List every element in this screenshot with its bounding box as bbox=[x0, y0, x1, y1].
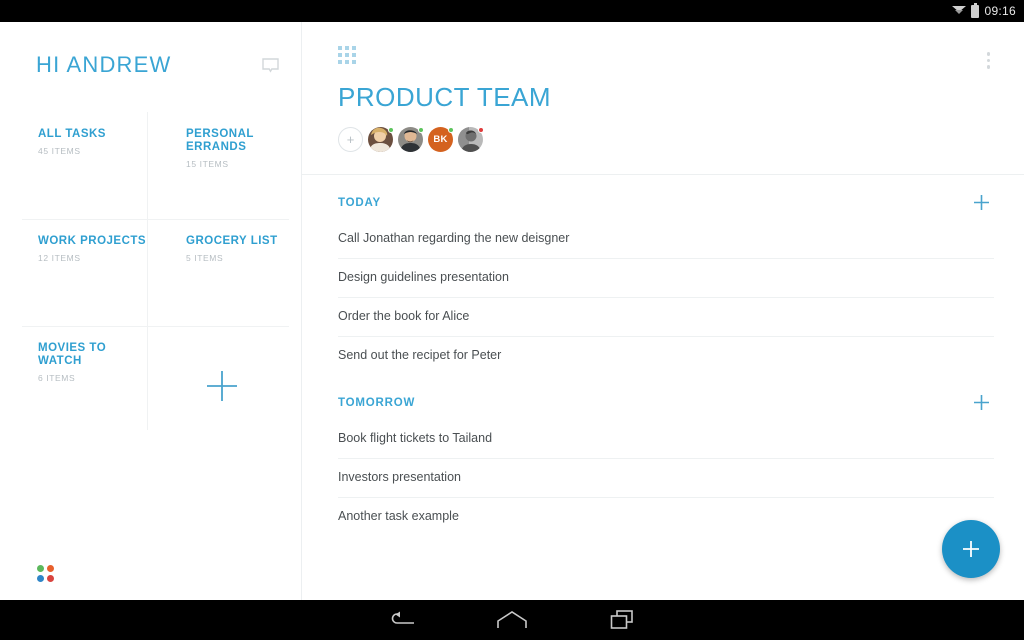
main-panel: PRODUCT TEAM + BK TODAY Call Jonathan re… bbox=[302, 22, 1024, 600]
add-list-button[interactable] bbox=[148, 326, 296, 433]
task-row[interactable]: Order the book for Alice bbox=[338, 298, 994, 337]
task-row[interactable]: Investors presentation bbox=[338, 459, 994, 498]
tile-title: GROCERY LIST bbox=[186, 235, 278, 247]
add-task-tomorrow-button[interactable] bbox=[969, 392, 994, 413]
task-row[interactable]: Another task example bbox=[338, 498, 994, 536]
plus-icon bbox=[974, 395, 989, 410]
task-row[interactable]: Book flight tickets to Tailand bbox=[338, 420, 994, 459]
section-label: TOMORROW bbox=[338, 396, 416, 409]
tile-count: 6 ITEMS bbox=[38, 373, 76, 383]
task-row[interactable]: Design guidelines presentation bbox=[338, 259, 994, 298]
tile-count: 45 ITEMS bbox=[38, 146, 81, 156]
tile-row: MOVIES TO WATCH 6 ITEMS bbox=[0, 312, 301, 433]
task-text: Call Jonathan regarding the new deisgner bbox=[338, 231, 570, 245]
task-text: Send out the recipet for Peter bbox=[338, 348, 502, 362]
task-text: Investors presentation bbox=[338, 470, 461, 484]
wifi-icon bbox=[952, 5, 967, 17]
plus-icon bbox=[963, 541, 979, 557]
tile-title: WORK PROJECTS bbox=[38, 235, 147, 247]
task-text: Order the book for Alice bbox=[338, 309, 470, 323]
plus-icon bbox=[207, 370, 237, 401]
member-avatar-2[interactable] bbox=[398, 127, 424, 152]
greeting-text: HI ANDREW bbox=[36, 52, 172, 77]
member-avatar-list: + BK bbox=[338, 127, 994, 152]
member-avatar-3[interactable]: BK bbox=[428, 127, 454, 152]
section-header-today: TODAY bbox=[338, 175, 994, 220]
floating-action-button[interactable] bbox=[942, 520, 1000, 578]
tile-title: ALL TASKS bbox=[38, 128, 106, 140]
list-tile-work-projects[interactable]: WORK PROJECTS 12 ITEMS bbox=[0, 205, 148, 326]
overflow-menu-icon[interactable] bbox=[983, 48, 995, 73]
member-initials: BK bbox=[433, 134, 448, 145]
list-tile-all-tasks[interactable]: ALL TASKS 45 ITEMS bbox=[0, 112, 148, 219]
list-tile-movies-to-watch[interactable]: MOVIES TO WATCH 6 ITEMS bbox=[0, 312, 148, 433]
status-clock: 09:16 bbox=[984, 4, 1016, 18]
home-icon[interactable] bbox=[457, 600, 567, 640]
task-row[interactable]: Send out the recipet for Peter bbox=[338, 337, 994, 375]
list-tile-grocery-list[interactable]: GROCERY LIST 5 ITEMS bbox=[148, 219, 296, 326]
android-status-bar: 09:16 bbox=[0, 0, 1024, 22]
app-content: HI ANDREW ALL TASKS 45 ITEMS PERSONAL ER… bbox=[0, 22, 1024, 600]
sidebar-header: HI ANDREW bbox=[0, 22, 301, 112]
tile-row: ALL TASKS 45 ITEMS PERSONAL ERRANDS 15 I… bbox=[0, 112, 301, 219]
grid-apps-icon[interactable] bbox=[338, 46, 356, 64]
list-tile-personal-errands[interactable]: PERSONAL ERRANDS 15 ITEMS bbox=[148, 112, 296, 219]
page-title: PRODUCT TEAM bbox=[338, 82, 552, 112]
section-header-tomorrow: TOMORROW bbox=[338, 375, 994, 420]
back-arrow-icon[interactable] bbox=[347, 600, 457, 640]
task-text: Book flight tickets to Tailand bbox=[338, 431, 493, 445]
sidebar: HI ANDREW ALL TASKS 45 ITEMS PERSONAL ER… bbox=[0, 22, 302, 600]
task-text: Design guidelines presentation bbox=[338, 270, 509, 284]
tile-title: MOVIES TO WATCH bbox=[38, 342, 107, 367]
tile-count: 12 ITEMS bbox=[38, 253, 81, 263]
add-task-today-button[interactable] bbox=[969, 192, 994, 213]
tile-row: WORK PROJECTS 12 ITEMS GROCERY LIST 5 IT… bbox=[0, 205, 301, 326]
tile-count: 5 ITEMS bbox=[186, 253, 224, 263]
main-header: PRODUCT TEAM + BK bbox=[302, 22, 1024, 152]
chat-bubble-icon[interactable] bbox=[262, 58, 279, 79]
recents-icon[interactable] bbox=[567, 600, 677, 640]
member-avatar-4[interactable] bbox=[458, 127, 484, 152]
task-row[interactable]: Call Jonathan regarding the new deisgner bbox=[338, 220, 994, 259]
battery-icon bbox=[971, 2, 980, 18]
tile-title: PERSONAL ERRANDS bbox=[186, 128, 254, 153]
four-dot-logo bbox=[37, 565, 54, 582]
android-nav-bar bbox=[0, 600, 1024, 640]
list-tiles: ALL TASKS 45 ITEMS PERSONAL ERRANDS 15 I… bbox=[0, 112, 301, 433]
task-text: Another task example bbox=[338, 509, 459, 523]
add-member-label: + bbox=[346, 132, 355, 147]
add-member-button[interactable]: + bbox=[338, 127, 363, 152]
member-avatar-1[interactable] bbox=[368, 127, 394, 152]
tile-count: 15 ITEMS bbox=[186, 159, 229, 169]
task-list: TODAY Call Jonathan regarding the new de… bbox=[302, 175, 1024, 536]
plus-icon bbox=[974, 195, 989, 210]
app-screen: 09:16 HI ANDREW ALL TASKS 45 ITEMS PERSO… bbox=[0, 0, 1024, 640]
section-label: TODAY bbox=[338, 196, 381, 209]
